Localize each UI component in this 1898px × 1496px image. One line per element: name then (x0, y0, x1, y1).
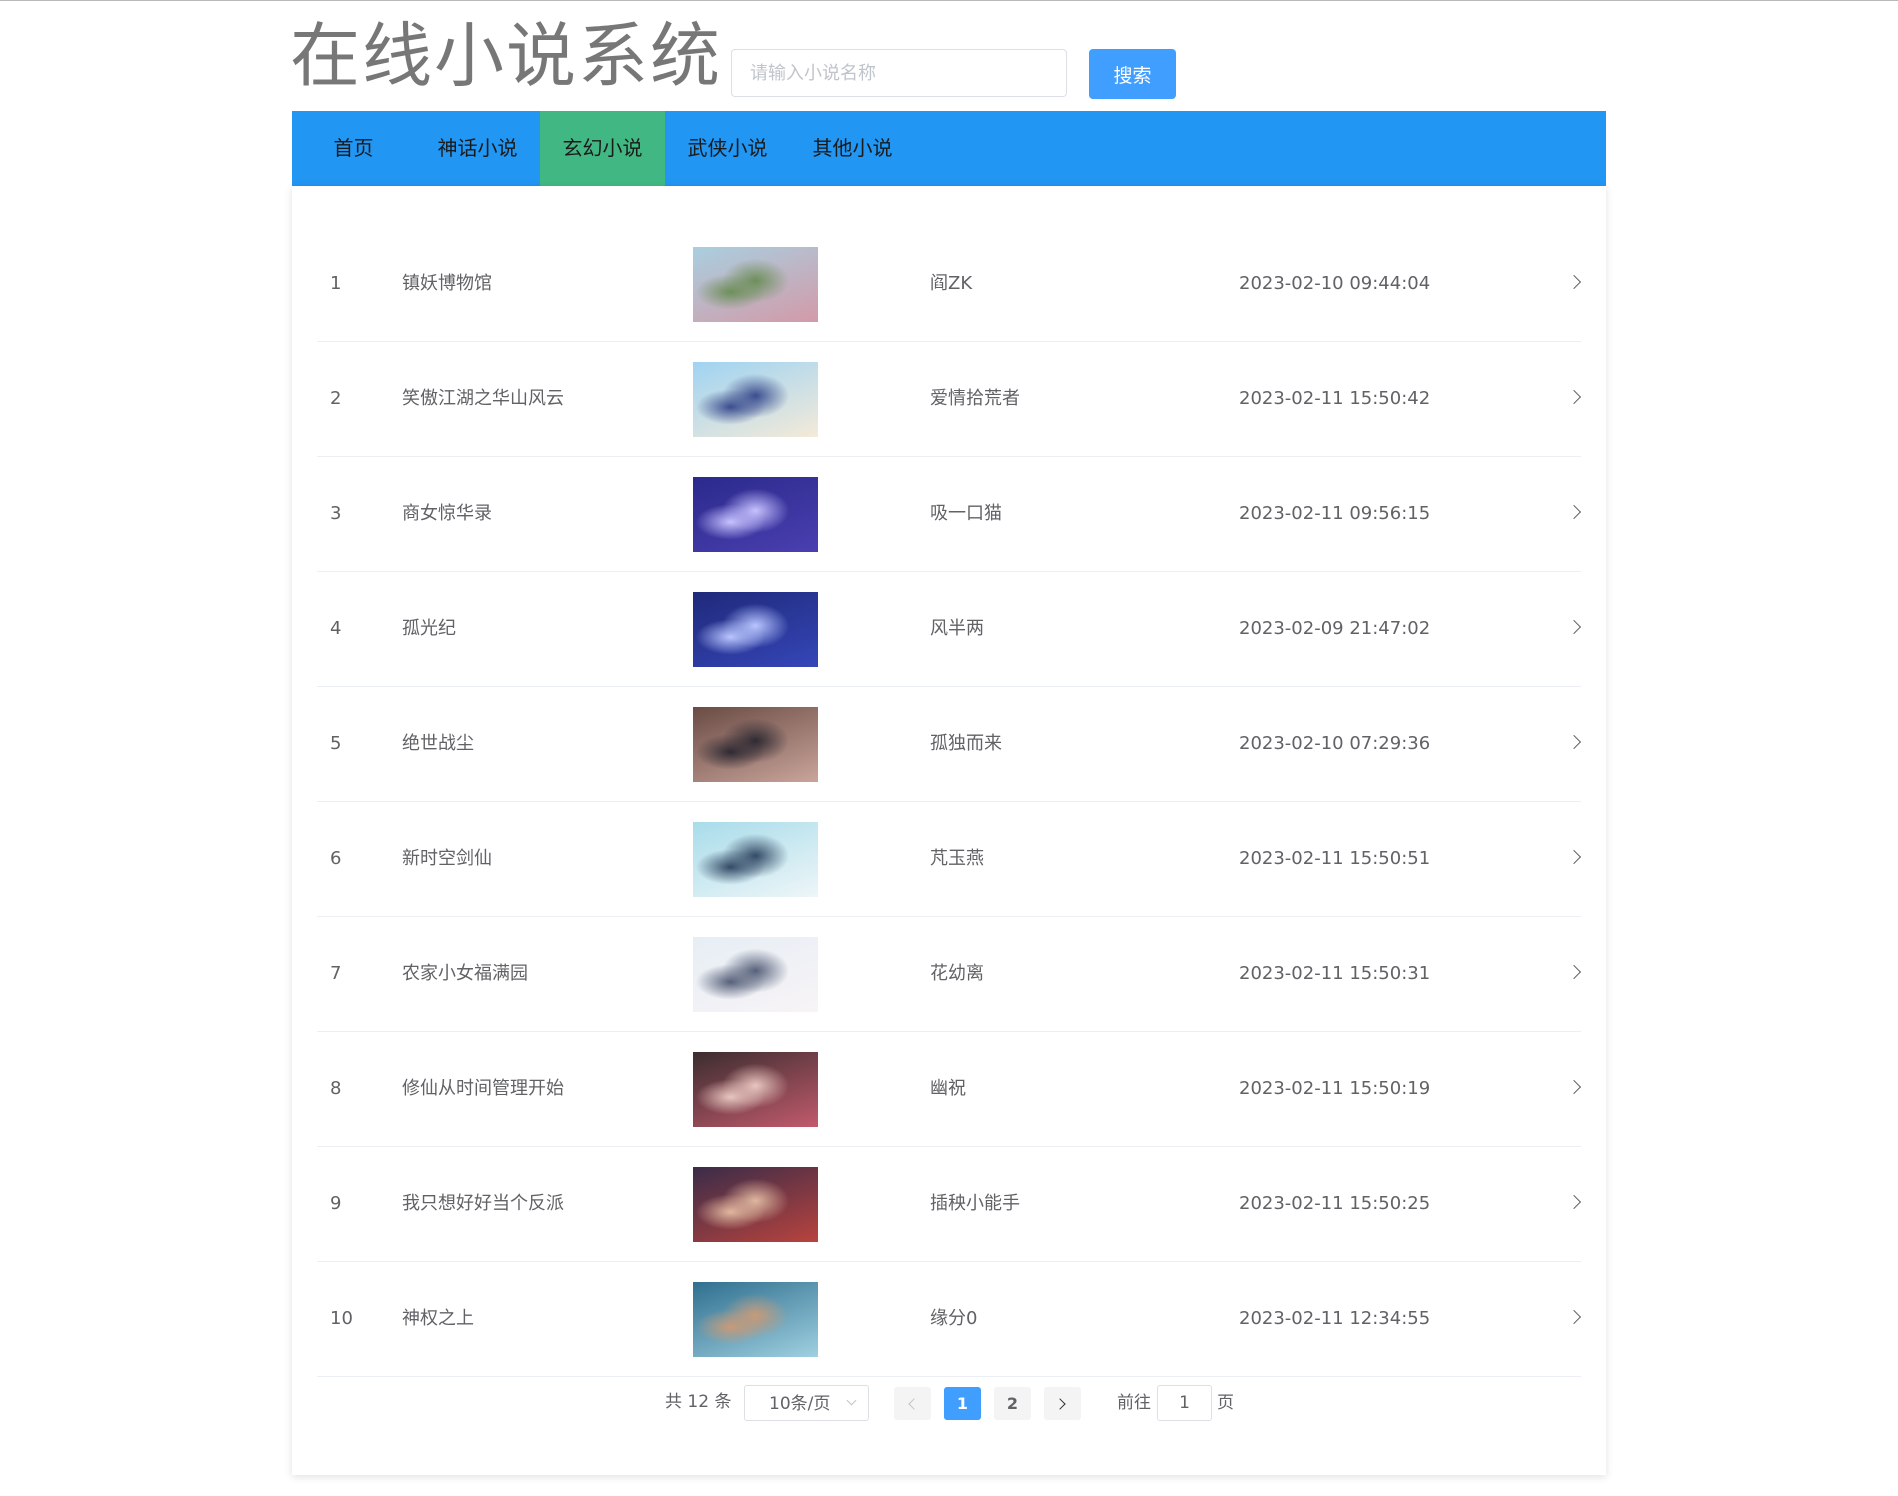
novel-update-time: 2023-02-11 12:34:55 (1239, 1308, 1431, 1329)
chevron-right-icon[interactable] (1566, 964, 1582, 980)
chevron-right-icon[interactable] (1566, 274, 1582, 290)
next-page-button[interactable] (1044, 1387, 1081, 1420)
novel-author: 缘分0 (930, 1308, 978, 1329)
category-nav: 首页 神话小说 玄幻小说 武侠小说 其他小说 (292, 111, 1606, 186)
novel-cover-image[interactable] (693, 1167, 818, 1242)
goto-page-suffix: 页 (1217, 1393, 1234, 1413)
novel-index: 5 (330, 733, 342, 754)
novel-row[interactable]: 8 修仙从时间管理开始 幽祝 2023-02-11 15:50:19 (317, 1032, 1582, 1147)
novel-index: 9 (330, 1193, 342, 1214)
novel-list-card: 1 镇妖博物馆 阎ZK 2023-02-10 09:44:04 2 笑傲江湖之华山风云 爱情… (292, 186, 1606, 1475)
novel-update-time: 2023-02-11 15:50:25 (1239, 1193, 1431, 1214)
chevron-left-icon (908, 1398, 920, 1410)
novel-index: 6 (330, 848, 342, 869)
nav-other-novels[interactable]: 其他小说 (790, 111, 915, 186)
novel-index: 3 (330, 503, 342, 524)
novel-index: 1 (330, 273, 342, 294)
novel-title[interactable]: 笑傲江湖之华山风云 (402, 342, 564, 456)
chevron-right-icon[interactable] (1566, 849, 1582, 865)
novel-cover-image[interactable] (693, 822, 818, 897)
novel-author: 吸一口猫 (930, 503, 1002, 524)
novel-title[interactable]: 我只想好好当个反派 (402, 1147, 564, 1261)
novel-title[interactable]: 农家小女福满园 (402, 917, 528, 1031)
page-size-value: 10条/页 (769, 1394, 831, 1414)
novel-author: 花幼离 (930, 963, 984, 984)
pagination-total: 共 12 条 (665, 1392, 732, 1412)
novel-update-time: 2023-02-11 15:50:51 (1239, 848, 1431, 869)
novel-row[interactable]: 2 笑傲江湖之华山风云 爱情拾荒者 2023-02-11 15:50:42 (317, 342, 1582, 457)
page-button-1[interactable]: 1 (944, 1387, 981, 1420)
novel-update-time: 2023-02-10 09:44:04 (1239, 273, 1431, 294)
site-title: 在线小说系统 (290, 15, 722, 97)
chevron-right-icon[interactable] (1566, 389, 1582, 405)
novel-cover-image[interactable] (693, 707, 818, 782)
novel-index: 7 (330, 963, 342, 984)
novel-update-time: 2023-02-11 15:50:42 (1239, 388, 1431, 409)
novel-title[interactable]: 修仙从时间管理开始 (402, 1032, 564, 1146)
novel-title[interactable]: 新时空剑仙 (402, 802, 492, 916)
novel-row[interactable]: 6 新时空剑仙 芃玉燕 2023-02-11 15:50:51 (317, 802, 1582, 917)
novel-index: 10 (330, 1308, 353, 1329)
novel-row[interactable]: 10 神权之上 缘分0 2023-02-11 12:34:55 (317, 1262, 1582, 1377)
novel-author: 爱情拾荒者 (930, 388, 1020, 409)
nav-myth-novels[interactable]: 神话小说 (415, 111, 540, 186)
nav-home[interactable]: 首页 (292, 111, 415, 186)
novel-author: 幽祝 (930, 1078, 966, 1099)
chevron-right-icon (1054, 1398, 1066, 1410)
novel-cover-image[interactable] (693, 247, 818, 322)
novel-row[interactable]: 7 农家小女福满园 花幼离 2023-02-11 15:50:31 (317, 917, 1582, 1032)
page-button-2[interactable]: 2 (994, 1387, 1031, 1420)
chevron-right-icon[interactable] (1566, 504, 1582, 520)
top-divider (0, 0, 1898, 1)
novel-title[interactable]: 孤光纪 (402, 572, 456, 686)
novel-row[interactable]: 1 镇妖博物馆 阎ZK 2023-02-10 09:44:04 (317, 227, 1582, 342)
chevron-right-icon[interactable] (1566, 1309, 1582, 1325)
prev-page-button[interactable] (894, 1387, 931, 1420)
novel-cover-image[interactable] (693, 362, 818, 437)
novel-cover-image[interactable] (693, 937, 818, 1012)
novel-row[interactable]: 3 商女惊华录 吸一口猫 2023-02-11 09:56:15 (317, 457, 1582, 572)
novel-row[interactable]: 9 我只想好好当个反派 插秧小能手 2023-02-11 15:50:25 (317, 1147, 1582, 1262)
nav-wuxia-novels[interactable]: 武侠小说 (665, 111, 790, 186)
novel-update-time: 2023-02-11 15:50:19 (1239, 1078, 1431, 1099)
novel-row[interactable]: 5 绝世战尘 孤独而来 2023-02-10 07:29:36 (317, 687, 1582, 802)
novel-title[interactable]: 神权之上 (402, 1262, 474, 1376)
novel-cover-image[interactable] (693, 592, 818, 667)
novel-index: 8 (330, 1078, 342, 1099)
novel-update-time: 2023-02-11 15:50:31 (1239, 963, 1431, 984)
chevron-right-icon[interactable] (1566, 1194, 1582, 1210)
novel-cover-image[interactable] (693, 477, 818, 552)
novel-update-time: 2023-02-10 07:29:36 (1239, 733, 1431, 754)
novel-author: 孤独而来 (930, 733, 1002, 754)
chevron-right-icon[interactable] (1566, 1079, 1582, 1095)
novel-update-time: 2023-02-09 21:47:02 (1239, 618, 1431, 639)
page-size-select[interactable]: 10条/页 (744, 1385, 869, 1421)
novel-title[interactable]: 绝世战尘 (402, 687, 474, 801)
novel-index: 2 (330, 388, 342, 409)
goto-page-input[interactable] (1157, 1385, 1212, 1421)
novel-cover-image[interactable] (693, 1052, 818, 1127)
novel-row[interactable]: 4 孤光纪 风半两 2023-02-09 21:47:02 (317, 572, 1582, 687)
novel-author: 插秧小能手 (930, 1193, 1020, 1214)
novel-author: 阎ZK (930, 273, 973, 294)
novel-update-time: 2023-02-11 09:56:15 (1239, 503, 1431, 524)
nav-fantasy-novels[interactable]: 玄幻小说 (540, 111, 665, 186)
goto-label: 前往 (1117, 1393, 1151, 1413)
novel-author: 风半两 (930, 618, 984, 639)
search-button[interactable]: 搜索 (1089, 49, 1176, 99)
chevron-down-icon (846, 1395, 857, 1406)
chevron-right-icon[interactable] (1566, 734, 1582, 750)
novel-index: 4 (330, 618, 342, 639)
search-input[interactable] (731, 49, 1067, 97)
novel-author: 芃玉燕 (930, 848, 984, 869)
novel-cover-image[interactable] (693, 1282, 818, 1357)
novel-title[interactable]: 商女惊华录 (402, 457, 492, 571)
novel-title[interactable]: 镇妖博物馆 (402, 227, 492, 341)
chevron-right-icon[interactable] (1566, 619, 1582, 635)
